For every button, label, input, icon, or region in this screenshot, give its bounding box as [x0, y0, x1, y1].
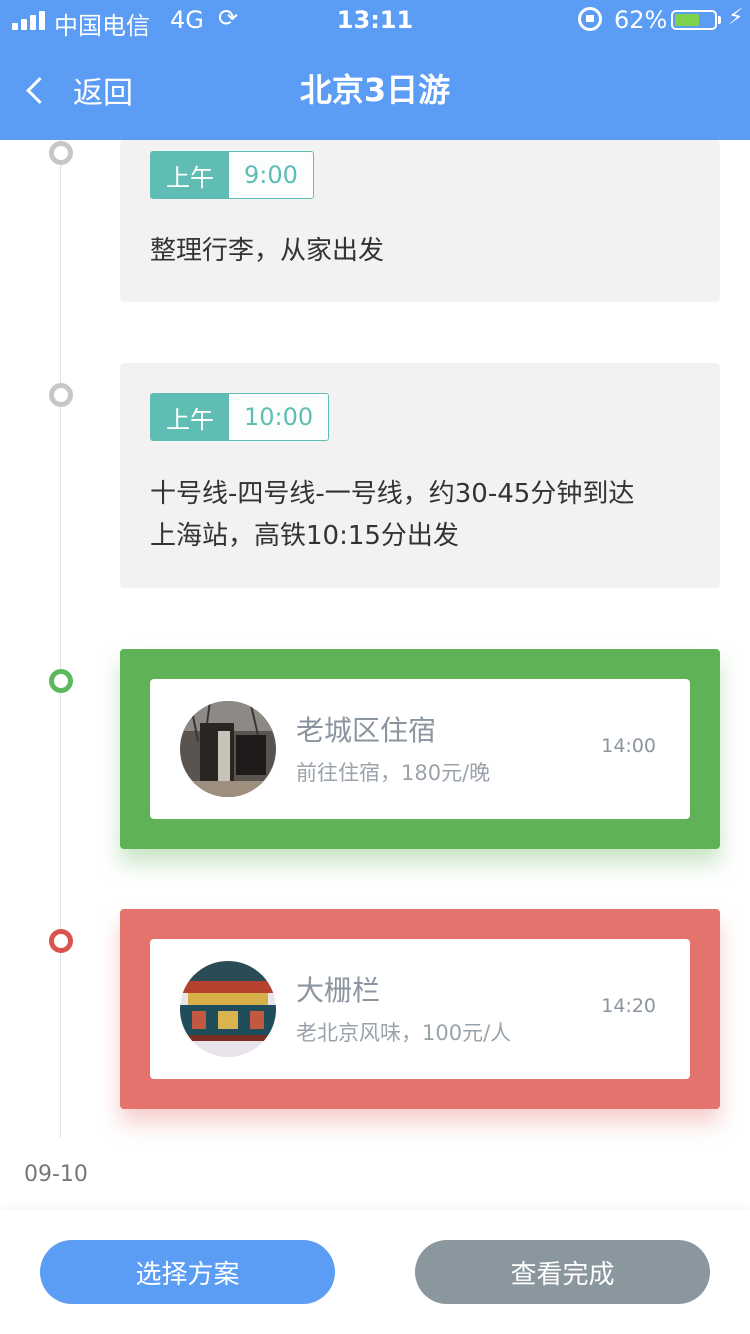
lodging-photo [180, 701, 276, 797]
place-card-dashilan[interactable]: 大栅栏 老北京风味，100元/人 14:20 [120, 909, 720, 1109]
date-label: 09-10 [24, 1162, 88, 1187]
event-description-line: 上海站，高铁10:15分出发 [150, 521, 459, 551]
top-bar: 中国电信 4G ⟳ 13:11 62% ⚡ 返回 北京3日游 [0, 0, 750, 140]
place-card-inner[interactable]: 老城区住宿 前往住宿，180元/晚 14:00 [150, 679, 690, 819]
timeline-event-card[interactable]: 上午 10:00 十号线-四号线-一号线，约30-45分钟到达 上海站，高铁10… [120, 363, 720, 588]
battery-percent: 62% [614, 6, 668, 34]
battery-cap [718, 16, 721, 24]
time-label: 9:00 [229, 152, 313, 198]
bottom-action-bar: 选择方案 查看完成 [0, 1210, 750, 1334]
select-plan-button[interactable]: 选择方案 [40, 1240, 335, 1304]
place-name: 老城区住宿 [296, 714, 437, 747]
lock-rotation-icon [578, 7, 602, 31]
timeline-event-card[interactable]: 上午 9:00 整理行李，从家出发 [120, 140, 720, 302]
bolt-icon: ⚡ [728, 5, 744, 30]
status-bar: 中国电信 4G ⟳ 13:11 62% ⚡ [0, 0, 750, 40]
place-card-lodging[interactable]: 老城区住宿 前往住宿，180元/晚 14:00 [120, 649, 720, 849]
time-label: 10:00 [229, 394, 329, 440]
place-name: 大栅栏 [296, 974, 381, 1007]
event-description-line: 十号线-四号线-一号线，约30-45分钟到达 [150, 479, 635, 509]
timeline-dot [49, 383, 73, 407]
dashilan-photo [180, 961, 276, 1057]
battery-icon [671, 10, 717, 30]
page-title: 北京3日游 [299, 71, 451, 109]
event-description: 整理行李，从家出发 [150, 236, 385, 266]
place-time: 14:20 [601, 995, 656, 1017]
period-label: 上午 [151, 152, 229, 198]
place-card-inner[interactable]: 大栅栏 老北京风味，100元/人 14:20 [150, 939, 690, 1079]
time-tag: 上午 10:00 [150, 393, 330, 441]
place-detail: 老北京风味，100元/人 [296, 1021, 512, 1045]
battery-level [675, 14, 699, 26]
place-detail: 前往住宿，180元/晚 [296, 761, 491, 785]
timeline-dot-red [49, 929, 73, 953]
event-description: 十号线-四号线-一号线，约30-45分钟到达 上海站，高铁10:15分出发 [150, 473, 634, 557]
timeline-dot-green [49, 669, 73, 693]
timeline-line [60, 140, 61, 1138]
place-time: 14:00 [601, 735, 656, 757]
timeline-dot [49, 141, 73, 165]
view-completed-button[interactable]: 查看完成 [415, 1240, 710, 1304]
time-tag: 上午 9:00 [150, 151, 314, 199]
period-label: 上午 [151, 394, 229, 440]
